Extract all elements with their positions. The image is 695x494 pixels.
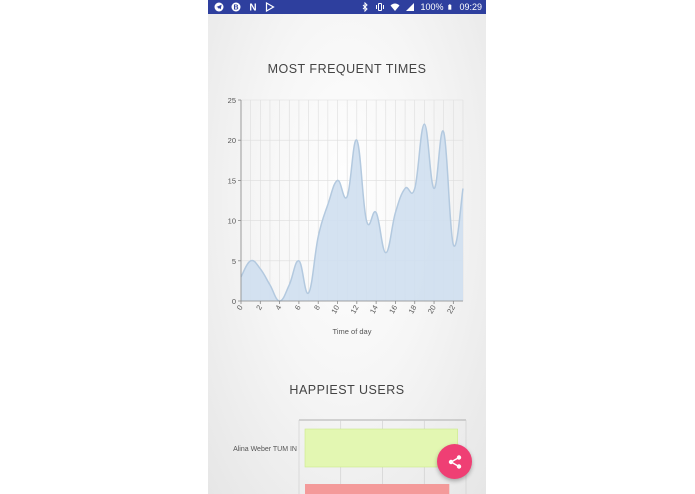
status-bar: B N 100% 09:29: [208, 0, 486, 14]
y-tick-label: 25: [228, 96, 236, 105]
x-tick-label: 0: [235, 304, 245, 312]
x-tick-label: 6: [293, 304, 303, 312]
bar: [305, 484, 450, 494]
signal-icon: [406, 3, 415, 11]
n-app-icon: N: [249, 3, 256, 13]
wifi-icon: [390, 3, 400, 11]
system-icons: 100% 09:29: [360, 1, 482, 13]
phone-screen: B N 100% 09:29 MOST FREQUENT TIMES 0 5 10 1…: [208, 0, 486, 494]
series-area: [241, 124, 463, 301]
share-icon: [448, 454, 461, 469]
play-store-icon: [265, 2, 275, 12]
telegram-icon: [214, 2, 224, 12]
svg-text:N: N: [249, 3, 256, 13]
y-tick-label: 15: [228, 176, 236, 185]
share-button[interactable]: [437, 444, 472, 479]
x-tick-label: 14: [368, 304, 380, 316]
x-axis-title: Time of day: [333, 327, 372, 336]
x-tick-label: 8: [312, 304, 322, 312]
x-tick-label: 20: [426, 304, 438, 316]
bar-category-label: Alina Weber TUM IN: [233, 446, 297, 453]
x-tick-label: 16: [387, 304, 399, 316]
x-tick-label: 12: [349, 304, 361, 316]
battery-icon: [448, 4, 452, 10]
x-tick-label: 2: [254, 304, 264, 312]
clock: 09:29: [459, 2, 482, 12]
x-tick-label: 22: [445, 304, 457, 316]
bluetooth-icon: [363, 2, 369, 12]
most-frequent-times-title: MOST FREQUENT TIMES: [267, 62, 427, 76]
vibrate-icon: [376, 3, 385, 11]
x-tick-label: 10: [329, 304, 341, 316]
svg-text:B: B: [233, 5, 238, 12]
y-tick-label: 10: [228, 217, 236, 226]
battery-percent: 100%: [420, 2, 444, 12]
y-tick-label: 5: [232, 257, 236, 266]
b-app-icon: B: [231, 2, 241, 12]
y-tick-label: 20: [228, 136, 236, 145]
bar: [304, 428, 458, 468]
most-frequent-times-chart: 05101520250 2 4 6 8 10 12 14 16 18 20 22Time of day: [228, 96, 464, 336]
x-tick-label: 4: [273, 304, 283, 312]
happiest-users-title: HAPPIEST USERS: [289, 383, 405, 397]
notification-icons: B N: [214, 2, 275, 12]
x-tick-label: 18: [407, 304, 419, 316]
